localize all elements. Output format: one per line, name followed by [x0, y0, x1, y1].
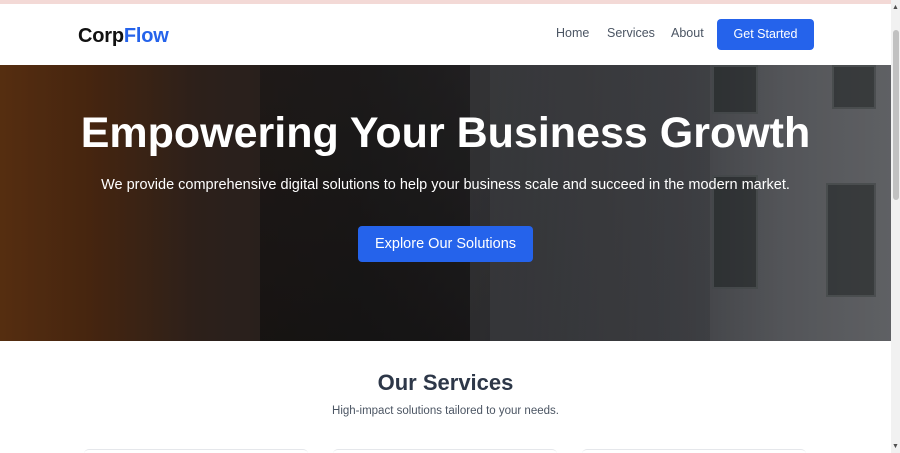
logo[interactable]: CorpFlow — [78, 24, 169, 48]
services-title: Our Services — [377, 370, 514, 395]
triangle-up-icon[interactable]: ▲ — [891, 3, 900, 13]
site-header: CorpFlow Home Services About Get Started — [0, 4, 891, 65]
nav-link-home[interactable]: Home — [556, 25, 589, 41]
nav-link-about[interactable]: About — [671, 25, 704, 41]
triangle-down-icon[interactable]: ▼ — [891, 442, 900, 452]
service-card — [333, 449, 557, 453]
hero-subtitle: We provide comprehensive digital solutio… — [101, 177, 790, 193]
logo-primary-text: Corp — [78, 25, 124, 47]
page: CorpFlow Home Services About Get Started… — [0, 0, 900, 453]
service-card — [84, 449, 308, 453]
hero-title: Empowering Your Business Growth — [80, 109, 811, 157]
hero-section: Empowering Your Business Growth We provi… — [0, 65, 891, 341]
services-subtitle: High-impact solutions tailored to your n… — [332, 405, 559, 417]
explore-solutions-button[interactable]: Explore Our Solutions — [358, 226, 533, 262]
get-started-button[interactable]: Get Started — [717, 19, 814, 50]
scrollbar-thumb[interactable] — [893, 30, 899, 200]
vertical-scrollbar[interactable]: ▲ ▼ — [891, 0, 900, 453]
service-card — [582, 449, 806, 453]
logo-accent-text: Flow — [123, 25, 169, 47]
nav-link-services[interactable]: Services — [607, 25, 655, 41]
